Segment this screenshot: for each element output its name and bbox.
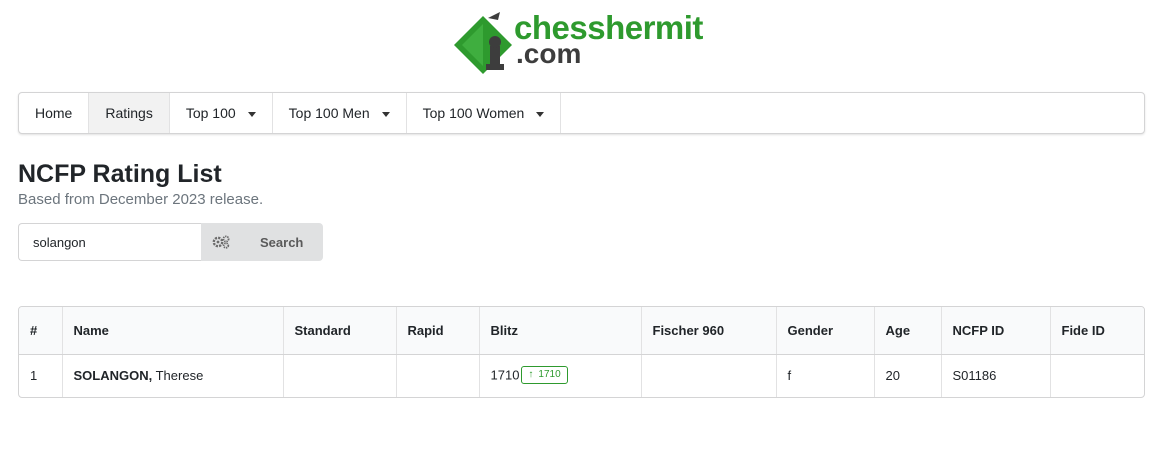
nav-item-label: Home — [35, 105, 73, 121]
caret-down-icon — [536, 111, 545, 117]
logo-text-domain: .com — [516, 38, 582, 69]
column-header-gender[interactable]: Gender — [775, 307, 874, 355]
rating-change-value: 1710 — [538, 369, 561, 381]
table-header-row: # Name Standard Rapid Blitz Fischer 960 … — [19, 307, 1144, 355]
cell-name[interactable]: SOLANGON, Therese — [61, 354, 283, 397]
column-header-standard[interactable]: Standard — [282, 307, 396, 355]
rating-change-badge: ↑ 1710 — [521, 365, 568, 384]
column-header-ncfp-id[interactable]: NCFP ID — [940, 307, 1050, 355]
cell-fide-id — [1049, 354, 1144, 397]
nav-item-label: Top 100 — [185, 105, 236, 121]
nav-item-top-100-men[interactable]: Top 100 Men — [273, 93, 407, 133]
main-navbar: Home Ratings Top 100 Top 100 Men Top 100… — [18, 92, 1145, 134]
column-header-blitz[interactable]: Blitz — [478, 307, 641, 355]
caret-down-icon — [381, 111, 390, 117]
nav-item-label: Top 100 Men — [288, 105, 370, 121]
cell-fischer-960 — [640, 354, 776, 397]
nav-item-label: Top 100 Women — [422, 105, 525, 121]
column-header-age[interactable]: Age — [873, 307, 941, 355]
column-header-name[interactable]: Name — [61, 307, 283, 355]
nav-item-top-100-women[interactable]: Top 100 Women — [407, 93, 562, 133]
player-first-name: Therese — [152, 368, 204, 384]
search-bar: Search — [18, 223, 323, 261]
cogs-icon — [212, 235, 230, 249]
search-input[interactable] — [18, 223, 201, 261]
player-last-name: SOLANGON, — [73, 368, 153, 384]
cell-number: 1 — [30, 368, 38, 384]
column-header-rapid[interactable]: Rapid — [395, 307, 479, 355]
column-header-number[interactable]: # — [19, 307, 62, 355]
search-button-label: Search — [260, 234, 304, 250]
cell-age: 20 — [873, 354, 941, 397]
page-subtitle: Based from December 2023 release. — [18, 191, 264, 208]
cell-standard — [282, 354, 396, 397]
table-row[interactable]: 1 SOLANGON, Therese 1710 ↑ 1710 f 20 S0118… — [19, 354, 1144, 397]
chess-piece-logo-icon — [454, 12, 512, 74]
site-logo[interactable]: chesshermit .com — [452, 8, 712, 74]
nav-item-top-100[interactable]: Top 100 — [170, 93, 273, 133]
blitz-rating: 1710 — [490, 367, 520, 383]
cell-ncfp-id: S01186 — [940, 354, 1050, 397]
nav-item-label: Ratings — [105, 105, 153, 121]
cell-blitz: 1710 ↑ 1710 — [478, 354, 641, 397]
nav-item-ratings[interactable]: Ratings — [89, 93, 170, 133]
rating-results-table: # Name Standard Rapid Blitz Fischer 960 … — [18, 306, 1145, 398]
column-header-fischer-960[interactable]: Fischer 960 — [640, 307, 776, 355]
cell-gender: f — [775, 354, 874, 397]
nav-item-home[interactable]: Home — [19, 93, 90, 133]
page-title: NCFP Rating List — [18, 160, 222, 188]
caret-down-icon — [247, 111, 256, 117]
column-header-fide-id[interactable]: Fide ID — [1049, 307, 1144, 355]
cell-rapid — [395, 354, 479, 397]
search-button[interactable]: Search — [201, 223, 323, 261]
arrow-up-icon: ↑ — [528, 369, 534, 381]
